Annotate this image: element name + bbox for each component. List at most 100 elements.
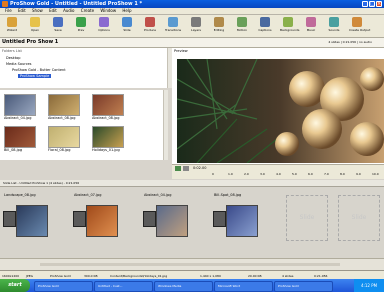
folder-item-content[interactable]: ProShow Gold - Butter Content [12, 68, 66, 72]
toolbar-button-motion[interactable]: Motion [234, 17, 250, 35]
menu-show[interactable]: Show [32, 8, 43, 14]
menu-window[interactable]: Window [100, 8, 116, 14]
ruler-tick: 1.0 [228, 172, 233, 176]
transition-icon[interactable] [143, 211, 156, 227]
toolbar-label: Open [30, 28, 39, 32]
menu-edit-2[interactable]: Edit [49, 8, 57, 14]
file-name: Abstract_04.jpg [4, 116, 32, 120]
folder-tree: Folders List Desktop Media Sources ProSh… [0, 48, 172, 88]
clock: 4:12 PM [354, 279, 384, 292]
toolbar-label: Options [98, 28, 110, 32]
menu-help[interactable]: Help [122, 8, 131, 14]
produce-icon [145, 17, 155, 27]
file-thumbnail[interactable] [4, 94, 36, 116]
toolbar-button-layers[interactable]: Layers [188, 17, 204, 35]
slide-2[interactable]: Abstract_07.jpg [72, 193, 128, 247]
transition-icon[interactable] [73, 211, 86, 227]
toolbar-button-slide[interactable]: Slide [119, 17, 135, 35]
maximize-button[interactable]: □ [369, 1, 375, 7]
menu-create[interactable]: Create [81, 8, 94, 14]
toolbar-button-music[interactable]: Music [303, 17, 319, 35]
status-field: Content\Backgrounds\Holidays_01.jpg [110, 274, 168, 278]
slide-thumbnail [156, 205, 188, 237]
app-icon [2, 1, 8, 7]
thumbs-scrollbar[interactable] [163, 90, 168, 160]
file-thumbnail[interactable] [48, 94, 80, 116]
toolbar-label: Sounds [328, 28, 340, 32]
ruler-tick: 8.0 [340, 172, 345, 176]
file-thumbnail[interactable] [48, 126, 80, 148]
toolbar: Wizard Open Save Prev Options Slide Produce Tra… [0, 15, 384, 38]
slide-1[interactable]: Landscape_08.jpg [2, 193, 58, 247]
taskbar-window-button[interactable]: Windows Media [154, 281, 213, 292]
toolbar-label: Music [306, 28, 316, 32]
status-field: 300.0 KB [84, 274, 98, 278]
menu-file[interactable]: File [5, 8, 12, 14]
music-icon [306, 17, 316, 27]
toolbar-label: Produce [143, 28, 157, 32]
show-title: Untitled Pro Show 1 [2, 39, 59, 45]
toolbar-button-save[interactable]: Save [50, 17, 66, 35]
toolbar-button-produce[interactable]: Produce [142, 17, 158, 35]
output-icon [352, 17, 362, 27]
slide-3[interactable]: Abstract_04.jpg [142, 193, 198, 247]
preview-image [177, 59, 384, 163]
taskbar-window-button[interactable]: ProShow Gold [34, 281, 93, 292]
minimize-button[interactable]: _ [362, 1, 368, 7]
soundtrack-track [40, 263, 340, 266]
menu-edit[interactable]: Edit [18, 8, 26, 14]
preview-controls: 0:02.00 0 1.0 2.0 3.0 4.0 5.0 6.0 7.0 8.0 9.0 10.0 [172, 164, 384, 179]
slide-list: Landscape_08.jpg Abstract_07.jpg Abstract_… [0, 186, 384, 259]
folder-item-selected[interactable]: ProShow Sample [18, 74, 52, 78]
layers-icon [191, 17, 201, 27]
start-button[interactable]: start [0, 279, 30, 292]
preview-time: 0:02.00 [193, 166, 207, 170]
file-thumbnail[interactable] [4, 126, 36, 148]
empty-slide-label: Slide [351, 214, 367, 221]
ruler-tick: 5.0 [292, 172, 297, 176]
menu-bar: File Edit Show Edit Audio Create Window … [0, 8, 384, 15]
play-icon[interactable] [175, 166, 181, 171]
slide-4[interactable]: Bill-Spot_08.jpg [212, 193, 268, 247]
toolbar-button-transitions[interactable]: Transitions [165, 17, 181, 35]
empty-slide-1[interactable]: Slide [286, 195, 328, 241]
transition-icon[interactable] [213, 211, 226, 227]
folder-icon [30, 17, 40, 27]
toolbar-button-captions[interactable]: Captions [257, 17, 273, 35]
slide-thumbnail [16, 205, 48, 237]
toolbar-button-backgrounds[interactable]: Backgrounds [280, 17, 299, 35]
slide-name: Abstract_07.jpg [74, 193, 102, 197]
file-thumbnail[interactable] [92, 126, 124, 148]
captions-icon [260, 17, 270, 27]
ruler-tick: 9.0 [356, 172, 361, 176]
motion-icon [237, 17, 247, 27]
toolbar-label: Slide [123, 28, 131, 32]
ruler-tick: 6.0 [308, 172, 313, 176]
taskbar-window-button[interactable]: ProShow Gold [274, 281, 333, 292]
close-button[interactable]: × [376, 1, 382, 7]
taskbar-window-button[interactable]: Untitled - Cust... [94, 281, 153, 292]
ruler-tick: 7.0 [324, 172, 329, 176]
toolbar-button-options[interactable]: Options [96, 17, 112, 35]
toolbar-button-sounds[interactable]: Sounds [326, 17, 342, 35]
stop-icon[interactable] [183, 166, 189, 171]
status-field: 1600x1200 [2, 274, 20, 278]
toolbar-button-editing[interactable]: Editing [211, 17, 227, 35]
toolbar-label: Save [54, 28, 62, 32]
toolbar-button-open[interactable]: Open [27, 17, 43, 35]
slide-name: Abstract_04.jpg [144, 193, 172, 197]
toolbar-button-prev[interactable]: Prev [73, 17, 89, 35]
folder-item-desktop[interactable]: Desktop [6, 56, 20, 60]
slide-icon [122, 17, 132, 27]
menu-audio[interactable]: Audio [63, 8, 74, 14]
toolbar-label: Prev [77, 28, 85, 32]
transition-icon[interactable] [3, 211, 16, 227]
slide-list-label: Slide List - Untitled ProShow 1 (4 slide… [3, 181, 80, 185]
taskbar-window-button[interactable]: Microsoft Word [214, 281, 273, 292]
folder-item-media-sources[interactable]: Media Sources [6, 62, 31, 66]
empty-slide-2[interactable]: Slide [338, 195, 380, 241]
file-thumbnail[interactable] [92, 94, 124, 116]
file-name: Bill_08.jpg [4, 148, 23, 152]
toolbar-button-create-output[interactable]: Create Output [349, 17, 370, 35]
toolbar-button-wizard[interactable]: Wizard [4, 17, 20, 35]
